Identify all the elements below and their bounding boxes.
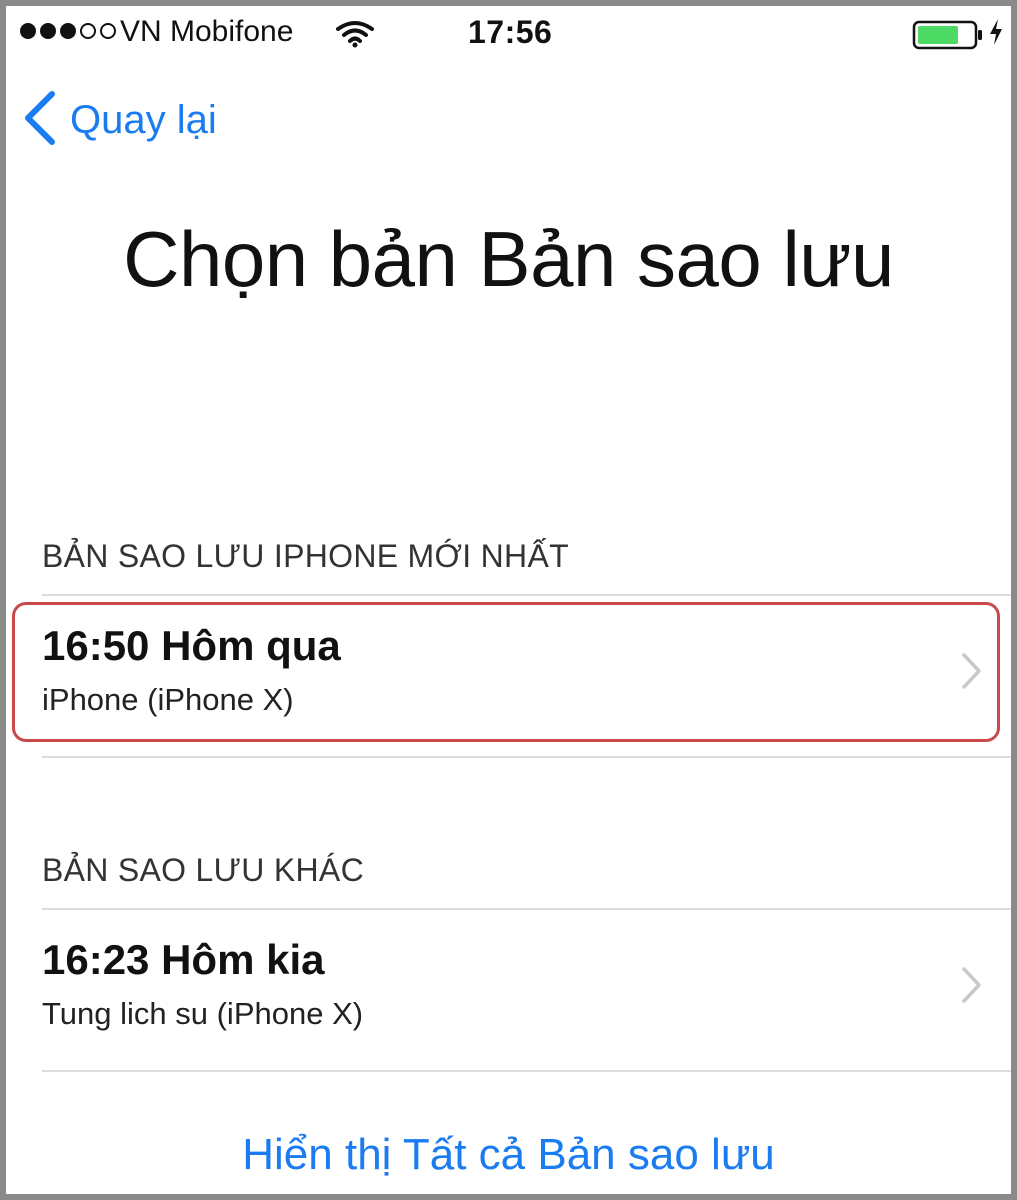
setup-screen: VN Mobifone 17:56 Quay lại Chọn bản Bản …	[6, 6, 1011, 1194]
section-header-latest: BẢN SAO LƯU IPHONE MỚI NHẤT	[42, 538, 569, 574]
backup-row-latest[interactable]: 16:50 Hôm qua iPhone (iPhone X)	[42, 600, 1011, 750]
carrier-name: VN Mobifone	[120, 15, 294, 48]
section-header-other: BẢN SAO LƯU KHÁC	[42, 852, 364, 888]
chevron-left-icon	[22, 90, 56, 151]
chevron-right-icon	[961, 966, 983, 1009]
signal-dot	[20, 23, 36, 39]
back-button[interactable]: Quay lại	[22, 90, 217, 151]
divider	[42, 594, 1011, 596]
status-time: 17:56	[468, 14, 553, 50]
charging-bolt-icon	[988, 18, 1004, 51]
signal-strength-icon	[20, 23, 116, 39]
backup-time-label: 16:50 Hôm qua	[42, 622, 341, 669]
backup-time-label: 16:23 Hôm kia	[42, 936, 325, 983]
divider	[42, 756, 1011, 758]
backup-device-label: Tung lich su (iPhone X)	[42, 996, 364, 1031]
chevron-right-icon	[961, 652, 983, 695]
battery-charging-icon	[912, 20, 984, 55]
backup-device-label: iPhone (iPhone X)	[42, 682, 294, 717]
back-label: Quay lại	[70, 98, 217, 142]
divider	[42, 1070, 1011, 1072]
signal-dot	[60, 23, 76, 39]
signal-dot	[40, 23, 56, 39]
divider	[42, 908, 1011, 910]
signal-dot	[100, 23, 116, 39]
status-bar: VN Mobifone 17:56	[6, 6, 1011, 62]
signal-dot	[80, 23, 96, 39]
backup-row-other[interactable]: 16:23 Hôm kia Tung lich su (iPhone X)	[42, 914, 1011, 1064]
page-title: Chọn bản Bản sao lưu	[123, 215, 894, 303]
wifi-icon	[336, 20, 374, 53]
show-all-backups-link[interactable]: Hiển thị Tất cả Bản sao lưu	[6, 1130, 1011, 1180]
